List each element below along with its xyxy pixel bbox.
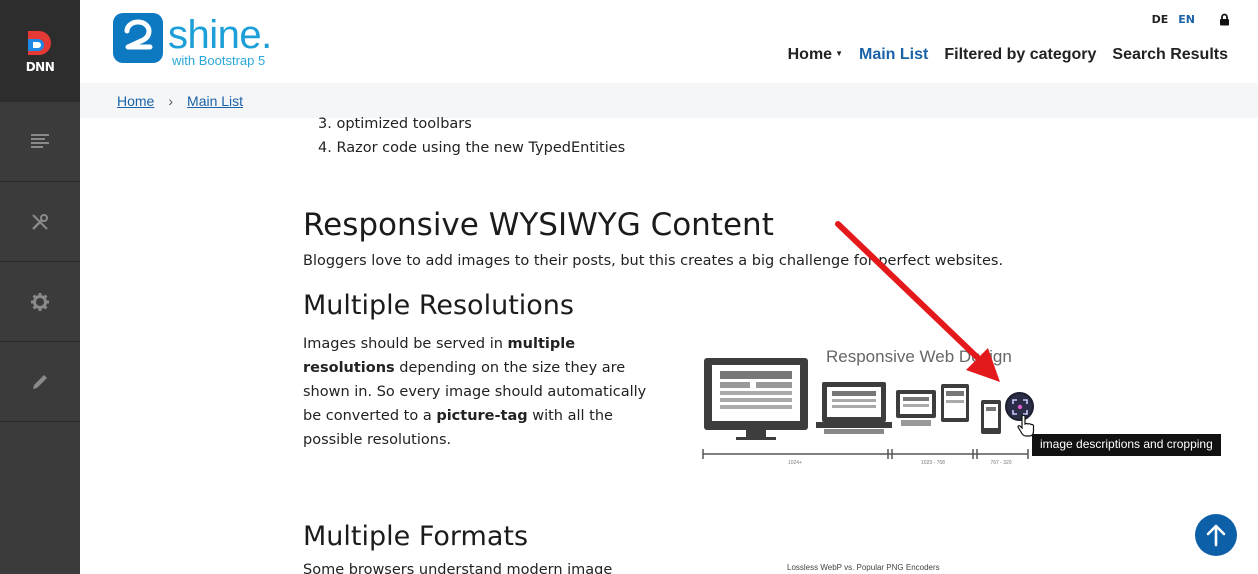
nav-search-results[interactable]: Search Results [1112, 46, 1228, 64]
illustration-title: Responsive Web Design [826, 347, 1012, 366]
scale-label-desktop: 1024+ [788, 460, 802, 466]
list-item: 4. Razor code using the new TypedEntitie… [318, 140, 626, 156]
main-nav: Home ▼ Main List Filtered by category Sea… [788, 46, 1228, 64]
brand-logo[interactable]: shine. with Bootstrap 5 [113, 13, 272, 68]
dnn-logo-icon [28, 31, 51, 55]
responsive-web-design-image[interactable]: Responsive Web Design 1024+ 1023 - 768 7… [698, 340, 1038, 470]
heading-responsive-wysiwyg: Responsive WYSIWYG Content [303, 207, 774, 243]
tools-menu-button[interactable] [0, 182, 80, 262]
lang-en-link[interactable]: EN [1178, 13, 1195, 26]
breadcrumb-separator: › [168, 92, 174, 109]
edit-pencil-icon [33, 374, 47, 389]
scroll-to-top-button[interactable] [1195, 514, 1237, 556]
lang-de-link[interactable]: DE [1152, 13, 1169, 26]
breadcrumb-main-list[interactable]: Main List [187, 93, 243, 109]
settings-menu-button[interactable] [0, 262, 80, 342]
res-bold-2: picture-tag [436, 408, 528, 424]
image-tooltip: image descriptions and cropping [1032, 434, 1221, 456]
tools-icon [32, 213, 48, 230]
article-content: 3. optimized toolbars 4. Razor code usin… [303, 112, 1243, 574]
webp-chart-caption: Lossless WebP vs. Popular PNG Encoders [787, 563, 940, 572]
heading-multiple-resolutions: Multiple Resolutions [303, 290, 574, 321]
breadcrumb-home[interactable]: Home [117, 93, 154, 109]
site-header: shine. with Bootstrap 5 DE EN Home ▼ Main… [80, 0, 1258, 83]
list-item: 3. optimized toolbars [318, 116, 472, 132]
scale-label-phone: 767 - 320 [990, 460, 1011, 466]
resolutions-paragraph: Images should be served in multiple reso… [303, 332, 665, 452]
nav-main-list[interactable]: Main List [859, 46, 928, 64]
nav-home[interactable]: Home ▼ [788, 46, 843, 64]
settings-gear-icon [31, 292, 49, 311]
nav-filtered-by-category[interactable]: Filtered by category [944, 46, 1096, 64]
brand-2-icon [124, 19, 153, 50]
chevron-down-icon: ▼ [835, 49, 843, 58]
heading-multiple-formats: Multiple Formats [303, 521, 529, 552]
edit-menu-button[interactable] [0, 342, 80, 422]
intro-paragraph: Bloggers love to add images to their pos… [303, 253, 1004, 269]
dnn-logo-text: DNN [25, 60, 55, 74]
content-list-icon [31, 133, 49, 148]
brand-subtitle: with Bootstrap 5 [172, 53, 266, 68]
login-lock-icon[interactable] [1219, 13, 1230, 26]
language-switcher: DE EN [1152, 13, 1230, 26]
dnn-logo[interactable]: DNN [0, 0, 80, 102]
arrow-up-icon [1206, 524, 1226, 547]
formats-paragraph: Some browsers understand modern image [303, 562, 613, 574]
brand-mark [113, 13, 163, 63]
crop-focus-icon [1011, 398, 1028, 415]
content-menu-button[interactable] [0, 102, 80, 182]
nav-home-label: Home [787, 46, 833, 63]
res-text-1: Images should be served in [303, 336, 508, 352]
dnn-side-rail: DNN [0, 0, 80, 574]
scale-label-tablet: 1023 - 768 [921, 460, 945, 466]
brand-word: shine. [168, 13, 272, 57]
